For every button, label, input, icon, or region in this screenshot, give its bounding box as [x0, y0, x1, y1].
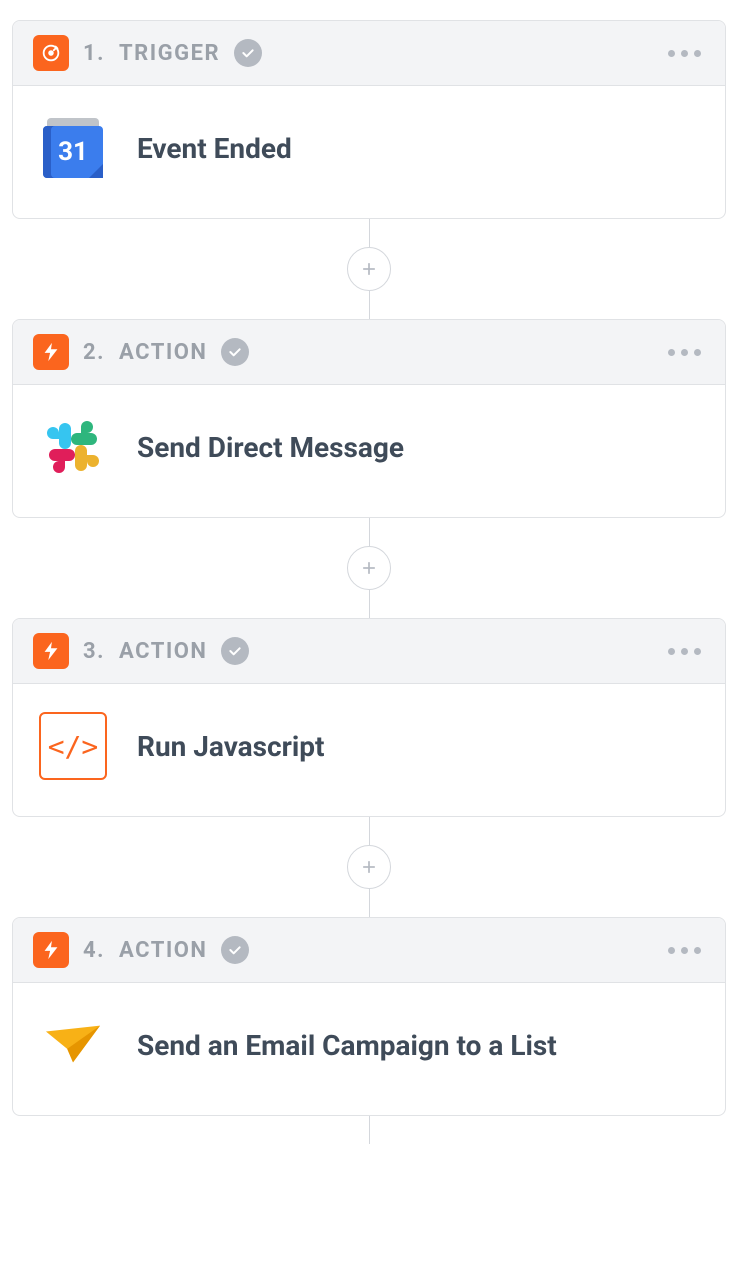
status-complete-icon [221, 637, 249, 665]
step-title-4: Send an Email Campaign to a List [137, 1029, 557, 1062]
step-more-menu-4[interactable] [664, 943, 705, 958]
connector-1 [12, 219, 726, 319]
step-header-1: 1. TRIGGER [13, 21, 725, 86]
step-header-4: 4. ACTION [13, 918, 725, 983]
step-card-1[interactable]: 1. TRIGGER 31 Event Ended [12, 20, 726, 219]
action-icon [33, 334, 69, 370]
step-more-menu-2[interactable] [664, 345, 705, 360]
step-card-2[interactable]: 2. ACTION Send Direct Message [12, 319, 726, 518]
step-type-1: TRIGGER [119, 41, 220, 66]
step-number-3: 3. [83, 639, 105, 664]
step-header-3: 3. ACTION [13, 619, 725, 684]
connector-end [12, 1116, 726, 1144]
trigger-icon [33, 35, 69, 71]
step-type-3: ACTION [119, 639, 207, 664]
step-more-menu-3[interactable] [664, 644, 705, 659]
connector-2 [12, 518, 726, 618]
step-title-3: Run Javascript [137, 730, 325, 763]
step-number-1: 1. [83, 41, 105, 66]
action-icon [33, 633, 69, 669]
slack-icon [39, 413, 107, 481]
code-icon: </> [39, 712, 107, 780]
add-step-button-1[interactable] [347, 247, 391, 291]
step-number-4: 4. [83, 938, 105, 963]
step-body-3: </> Run Javascript [13, 684, 725, 816]
step-card-4[interactable]: 4. ACTION Send an Email Campaign to a Li… [12, 917, 726, 1116]
status-complete-icon [221, 936, 249, 964]
step-type-2: ACTION [119, 340, 207, 365]
google-calendar-icon: 31 [39, 114, 107, 182]
paper-plane-icon [39, 1011, 107, 1079]
step-title-1: Event Ended [137, 132, 292, 165]
step-title-2: Send Direct Message [137, 431, 404, 464]
step-number-2: 2. [83, 340, 105, 365]
status-complete-icon [234, 39, 262, 67]
step-body-1: 31 Event Ended [13, 86, 725, 218]
step-card-3[interactable]: 3. ACTION </> Run Javascript [12, 618, 726, 817]
step-header-2: 2. ACTION [13, 320, 725, 385]
step-body-4: Send an Email Campaign to a List [13, 983, 725, 1115]
step-body-2: Send Direct Message [13, 385, 725, 517]
step-more-menu-1[interactable] [664, 46, 705, 61]
step-type-4: ACTION [119, 938, 207, 963]
status-complete-icon [221, 338, 249, 366]
connector-3 [12, 817, 726, 917]
add-step-button-2[interactable] [347, 546, 391, 590]
action-icon [33, 932, 69, 968]
add-step-button-3[interactable] [347, 845, 391, 889]
